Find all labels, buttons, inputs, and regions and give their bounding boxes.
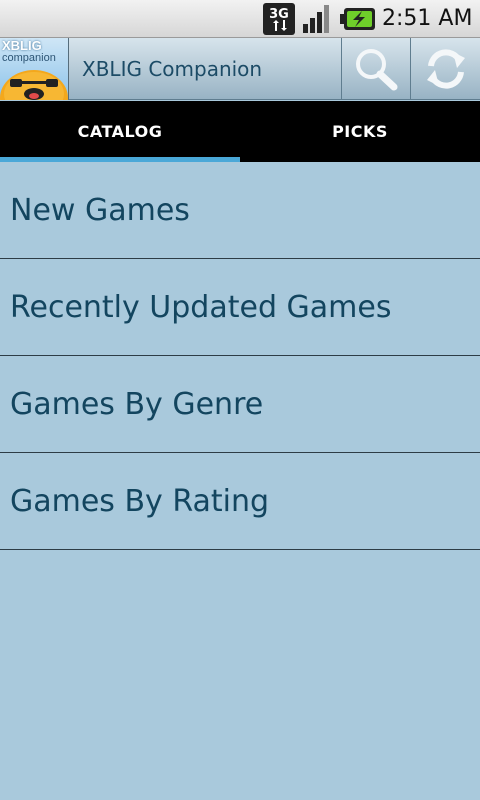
refresh-button[interactable] xyxy=(410,38,480,100)
tab-catalog[interactable]: CATALOG xyxy=(0,101,240,162)
list-item-label: New Games xyxy=(10,192,190,228)
action-bar: XBLIG companion XBLIG Companion xyxy=(0,38,480,100)
list-item-label: Games By Rating xyxy=(10,483,270,519)
catalog-list: New Games Recently Updated Games Games B… xyxy=(0,162,480,550)
tab-picks-label: PICKS xyxy=(332,122,388,141)
status-time: 2:51 AM xyxy=(382,6,473,31)
list-item-new-games[interactable]: New Games xyxy=(0,162,480,259)
logo-text-line1: XBLIG xyxy=(2,38,42,53)
search-icon xyxy=(356,49,398,91)
status-bar: 3G 2:51 AM xyxy=(0,0,480,38)
3g-data-icon: 3G xyxy=(263,3,295,35)
list-item-label: Recently Updated Games xyxy=(10,289,392,325)
refresh-icon xyxy=(426,49,465,89)
search-button[interactable] xyxy=(341,38,410,100)
app-title: XBLIG Companion xyxy=(82,57,263,81)
signal-strength-icon xyxy=(303,5,329,33)
app-logo[interactable]: XBLIG companion xyxy=(0,38,69,100)
smiley-mascot-icon xyxy=(0,70,68,100)
tab-picks[interactable]: PICKS xyxy=(240,101,480,162)
svg-text:3G: 3G xyxy=(269,7,289,22)
logo-text-line2: companion xyxy=(2,52,56,64)
tab-bar: CATALOG PICKS xyxy=(0,101,480,162)
list-item-label: Games By Genre xyxy=(10,386,264,422)
tab-catalog-label: CATALOG xyxy=(77,122,163,141)
list-item-games-by-rating[interactable]: Games By Rating xyxy=(0,453,480,550)
list-item-recently-updated-games[interactable]: Recently Updated Games xyxy=(0,259,480,356)
list-item-games-by-genre[interactable]: Games By Genre xyxy=(0,356,480,453)
battery-charging-icon xyxy=(340,8,375,30)
